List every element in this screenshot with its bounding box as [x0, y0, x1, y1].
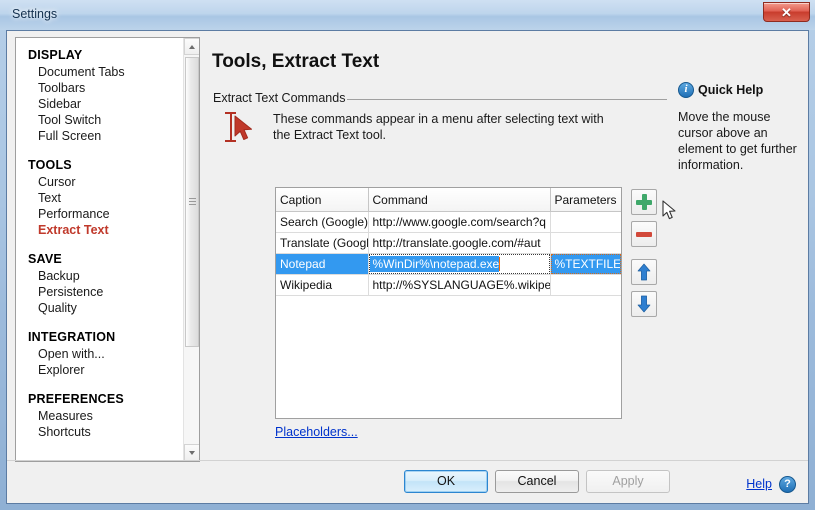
- sidebar-group-integration: INTEGRATION: [28, 330, 116, 344]
- help-icon[interactable]: [779, 476, 796, 493]
- scrollbar-thumb[interactable]: [185, 57, 199, 347]
- sidebar-item-measures[interactable]: Measures: [16, 408, 184, 424]
- minus-icon: [636, 232, 652, 237]
- sidebar-item-sidebar[interactable]: Sidebar: [16, 96, 184, 112]
- scroll-down-button[interactable]: [184, 444, 199, 461]
- cell-parameters[interactable]: %TEXTFILE%: [550, 253, 621, 275]
- chevron-down-icon: [189, 451, 195, 455]
- table-body: Search (Google) http://www.google.com/sea…: [276, 211, 621, 296]
- ok-button[interactable]: OK: [404, 470, 488, 493]
- settings-content-pane: Tools, Extract Text Extract Text Command…: [207, 37, 667, 462]
- sidebar-item-document-tabs[interactable]: Document Tabs: [16, 64, 184, 80]
- scrollbar-grip-icon: [189, 198, 196, 206]
- cell-command[interactable]: http://%SYSLANGUAGE%.wikiped: [368, 274, 551, 296]
- sidebar-item-backup[interactable]: Backup: [16, 268, 184, 284]
- extract-text-description: These commands appear in a menu after se…: [273, 112, 604, 142]
- chevron-up-icon: [189, 45, 195, 49]
- settings-category-panel: DISPLAY Document Tabs Toolbars Sidebar Tool …: [15, 37, 200, 462]
- column-header-parameters[interactable]: Parameters: [550, 188, 621, 212]
- sidebar-item-text[interactable]: Text: [16, 190, 184, 206]
- column-header-caption[interactable]: Caption: [276, 188, 369, 212]
- cell-parameters[interactable]: [550, 274, 621, 296]
- sidebar-group-tools: TOOLS: [28, 158, 72, 172]
- cell-parameters[interactable]: [550, 211, 621, 233]
- sidebar-item-quality[interactable]: Quality: [16, 300, 184, 316]
- close-button[interactable]: ✕: [763, 2, 810, 22]
- sidebar-item-performance[interactable]: Performance: [16, 206, 184, 222]
- window-title: Settings: [12, 7, 58, 21]
- column-header-command[interactable]: Command: [368, 188, 551, 212]
- sidebar-item-full-screen[interactable]: Full Screen: [16, 128, 184, 144]
- group-box-rule: [347, 99, 667, 100]
- sidebar-item-persistence[interactable]: Persistence: [16, 284, 184, 300]
- mouse-pointer-icon: [234, 115, 252, 140]
- table-row[interactable]: Translate (Google)http://translate.googl…: [276, 232, 621, 254]
- category-scrollbar[interactable]: [183, 38, 199, 461]
- cell-caption[interactable]: Search (Google): [276, 211, 369, 233]
- title-bar: Settings ✕: [0, 0, 815, 30]
- cell-command[interactable]: http://www.google.com/search?q: [368, 211, 551, 233]
- sidebar-group-save: SAVE: [28, 252, 62, 266]
- scroll-up-button[interactable]: [184, 38, 199, 55]
- sidebar-item-cursor[interactable]: Cursor: [16, 174, 184, 190]
- cell-command[interactable]: http://translate.google.com/#aut: [368, 232, 551, 254]
- page-title: Tools, Extract Text: [212, 51, 380, 72]
- cell-caption[interactable]: Wikipedia: [276, 274, 369, 296]
- sidebar-item-shortcuts[interactable]: Shortcuts: [16, 424, 184, 440]
- cell-caption[interactable]: Notepad: [276, 253, 369, 275]
- table-header-row: Caption Command Parameters: [276, 188, 621, 212]
- table-row[interactable]: Wikipedia http://%SYSLANGUAGE%.wikiped: [276, 274, 621, 296]
- sidebar-item-extract-text[interactable]: Extract Text: [16, 222, 184, 238]
- extract-text-tool-icon: [221, 109, 263, 147]
- extract-text-commands-table[interactable]: Caption Command Parameters Search (Googl…: [275, 187, 622, 419]
- command-edit-value: %WinDir%\notepad.exe: [369, 256, 500, 272]
- arrow-up-icon: [637, 263, 651, 281]
- cell-parameters[interactable]: [550, 232, 621, 254]
- group-box-label: Extract Text Commands: [213, 91, 352, 105]
- placeholders-link[interactable]: Placeholders...: [275, 425, 358, 439]
- info-icon: [678, 82, 694, 98]
- remove-command-button[interactable]: [631, 221, 657, 247]
- sidebar-group-display: DISPLAY: [28, 48, 83, 62]
- sidebar-group-preferences: PREFERENCES: [28, 392, 124, 406]
- add-command-button[interactable]: [631, 189, 657, 215]
- parameters-value: %TEXTFILE%: [550, 254, 621, 274]
- footer-divider: [7, 460, 808, 461]
- arrow-down-icon: [637, 295, 651, 313]
- move-up-button[interactable]: [631, 259, 657, 285]
- help-link[interactable]: Help: [746, 477, 772, 491]
- quick-help-body: Move the mouse cursor above an element t…: [678, 110, 797, 172]
- move-down-button[interactable]: [631, 291, 657, 317]
- cell-caption[interactable]: Translate (Google): [276, 232, 369, 254]
- table-row[interactable]: Search (Google) http://www.google.com/sea…: [276, 211, 621, 233]
- dialog-client-area: DISPLAY Document Tabs Toolbars Sidebar Tool …: [6, 30, 809, 504]
- close-icon: ✕: [781, 5, 792, 20]
- sidebar-item-open-with[interactable]: Open with...: [16, 346, 184, 362]
- sidebar-item-explorer[interactable]: Explorer: [16, 362, 184, 378]
- command-list-toolbar: [631, 189, 661, 323]
- text-caret: [499, 257, 501, 271]
- settings-category-list: DISPLAY Document Tabs Toolbars Sidebar Tool …: [16, 38, 184, 440]
- apply-button: Apply: [586, 470, 670, 493]
- cell-command[interactable]: %WinDir%\notepad.exe: [368, 253, 551, 275]
- settings-window: Settings ✕ DISPLAY Document Tabs Toolbars S…: [0, 0, 815, 510]
- table-row[interactable]: Notepad%WinDir%\notepad.exe %TEXTFILE%: [276, 253, 621, 275]
- command-edit-box[interactable]: %WinDir%\notepad.exe: [368, 254, 549, 274]
- quick-help-title: Quick Help: [698, 83, 764, 97]
- cancel-button[interactable]: Cancel: [495, 470, 579, 493]
- sidebar-item-toolbars[interactable]: Toolbars: [16, 80, 184, 96]
- sidebar-item-tool-switch[interactable]: Tool Switch: [16, 112, 184, 128]
